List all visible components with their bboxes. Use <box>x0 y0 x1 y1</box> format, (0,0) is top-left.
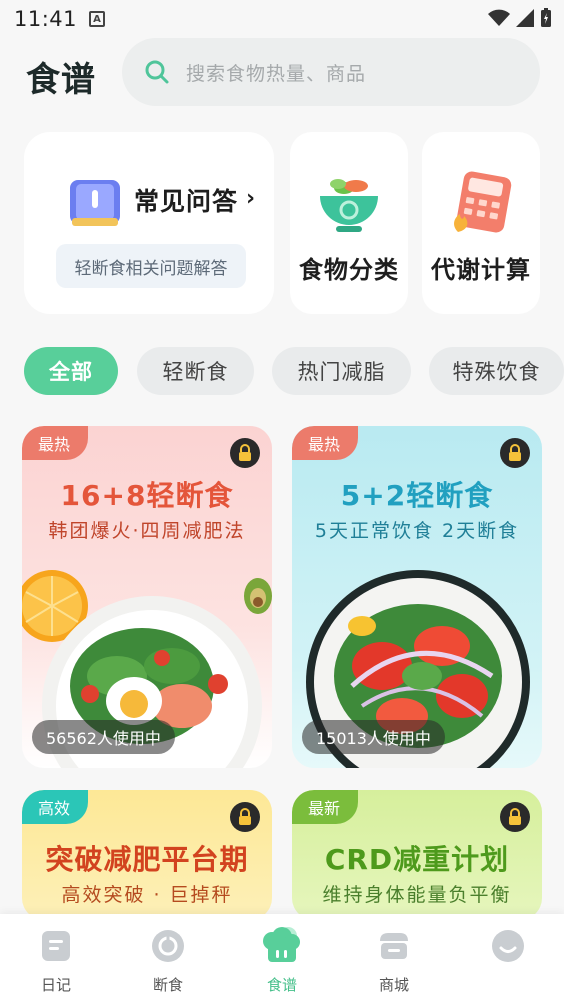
lock-icon <box>500 802 530 832</box>
nav-label: 食谱 <box>266 976 297 994</box>
search-placeholder: 搜索食物热量、商品 <box>186 62 367 85</box>
recipe-subtitle: 韩团爆火·四周减肥法 <box>48 520 246 542</box>
recipe-card-crd[interactable]: 最新 CRD减重计划 维持身体能量负平衡 <box>292 790 542 920</box>
book-icon <box>70 180 120 226</box>
efficient-badge: 高效 <box>22 790 89 824</box>
battery-icon <box>541 8 551 27</box>
faq-card[interactable]: 常见问答 › 轻断食相关问题解答 <box>24 132 274 314</box>
users-count: 15013人使用中 <box>302 720 445 754</box>
chevron-right-icon: › <box>246 186 256 211</box>
nav-label: 日记 <box>40 976 71 994</box>
lock-icon <box>230 438 260 468</box>
calculator-icon <box>454 171 512 233</box>
salad-bowl-icon <box>320 179 378 232</box>
recipe-subtitle: 高效突破 · 巨掉秤 <box>61 884 233 906</box>
recipe-card-16-8[interactable]: 最热 16+8轻断食 韩团爆火·四周减肥法 56562人使用中 <box>22 426 272 768</box>
recipe-title: 突破减肥平台期 <box>45 843 249 876</box>
bottom-nav: 日记 断食 食谱 商城 <box>0 914 564 1004</box>
chip-popular-fat-loss[interactable]: 热门减脂 <box>272 347 411 395</box>
food-category-label: 食物分类 <box>299 256 399 284</box>
chip-special-diet[interactable]: 特殊饮食 <box>429 347 564 395</box>
users-count: 56562人使用中 <box>32 720 175 754</box>
recipe-subtitle: 维持身体能量负平衡 <box>322 884 512 906</box>
lock-icon <box>500 438 530 468</box>
faq-subtitle: 轻断食相关问题解答 <box>56 244 246 288</box>
chef-hat-icon <box>260 927 304 964</box>
status-bar: 11:41 A <box>0 0 564 38</box>
metabolism-calc-card[interactable]: 代谢计算 <box>422 132 540 314</box>
hot-badge: 最热 <box>292 426 359 460</box>
search-bar[interactable]: 搜索食物热量、商品 <box>122 38 540 106</box>
nav-shop[interactable]: 商城 <box>338 914 450 1004</box>
recipe-card-plateau[interactable]: 高效 突破减肥平台期 高效突破 · 巨掉秤 <box>22 790 272 920</box>
hot-badge: 最热 <box>22 426 89 460</box>
header: 食谱 搜索食物热量、商品 <box>0 38 564 108</box>
notification-icon: A <box>89 11 106 27</box>
recipe-subtitle: 5天正常饮食 2天断食 <box>314 520 520 542</box>
recipe-title: 5+2轻断食 <box>340 479 494 512</box>
recipe-title: CRD减重计划 <box>324 843 510 876</box>
status-time: 11:41 <box>14 7 78 31</box>
nav-fasting[interactable]: 断食 <box>112 914 224 1004</box>
recipe-card-5-2[interactable]: 最热 5+2轻断食 5天正常饮食 2天断食 15013人使用中 <box>292 426 542 768</box>
status-icons <box>488 8 552 28</box>
nav-recipes[interactable]: 食谱 <box>226 914 338 1004</box>
chip-all[interactable]: 全部 <box>24 347 118 395</box>
fasting-icon <box>151 928 185 964</box>
diary-icon <box>41 928 71 964</box>
nav-profile[interactable] <box>452 914 564 1004</box>
recipe-title: 16+8轻断食 <box>60 479 234 512</box>
shop-icon <box>378 928 410 964</box>
faq-title: 常见问答 <box>134 187 239 216</box>
signal-icon <box>516 9 534 27</box>
new-badge: 最新 <box>292 790 359 824</box>
food-category-card[interactable]: 食物分类 <box>290 132 408 314</box>
page-title: 食谱 <box>26 60 96 100</box>
wifi-icon <box>488 9 510 26</box>
search-icon <box>145 60 169 84</box>
nav-label: 商城 <box>378 976 409 994</box>
profile-icon <box>491 928 525 964</box>
lock-icon <box>230 802 260 832</box>
nav-label: 断食 <box>152 976 183 994</box>
nav-diary[interactable]: 日记 <box>0 914 112 1004</box>
metabolism-calc-label: 代谢计算 <box>431 256 531 284</box>
chip-light-fasting[interactable]: 轻断食 <box>137 347 254 395</box>
